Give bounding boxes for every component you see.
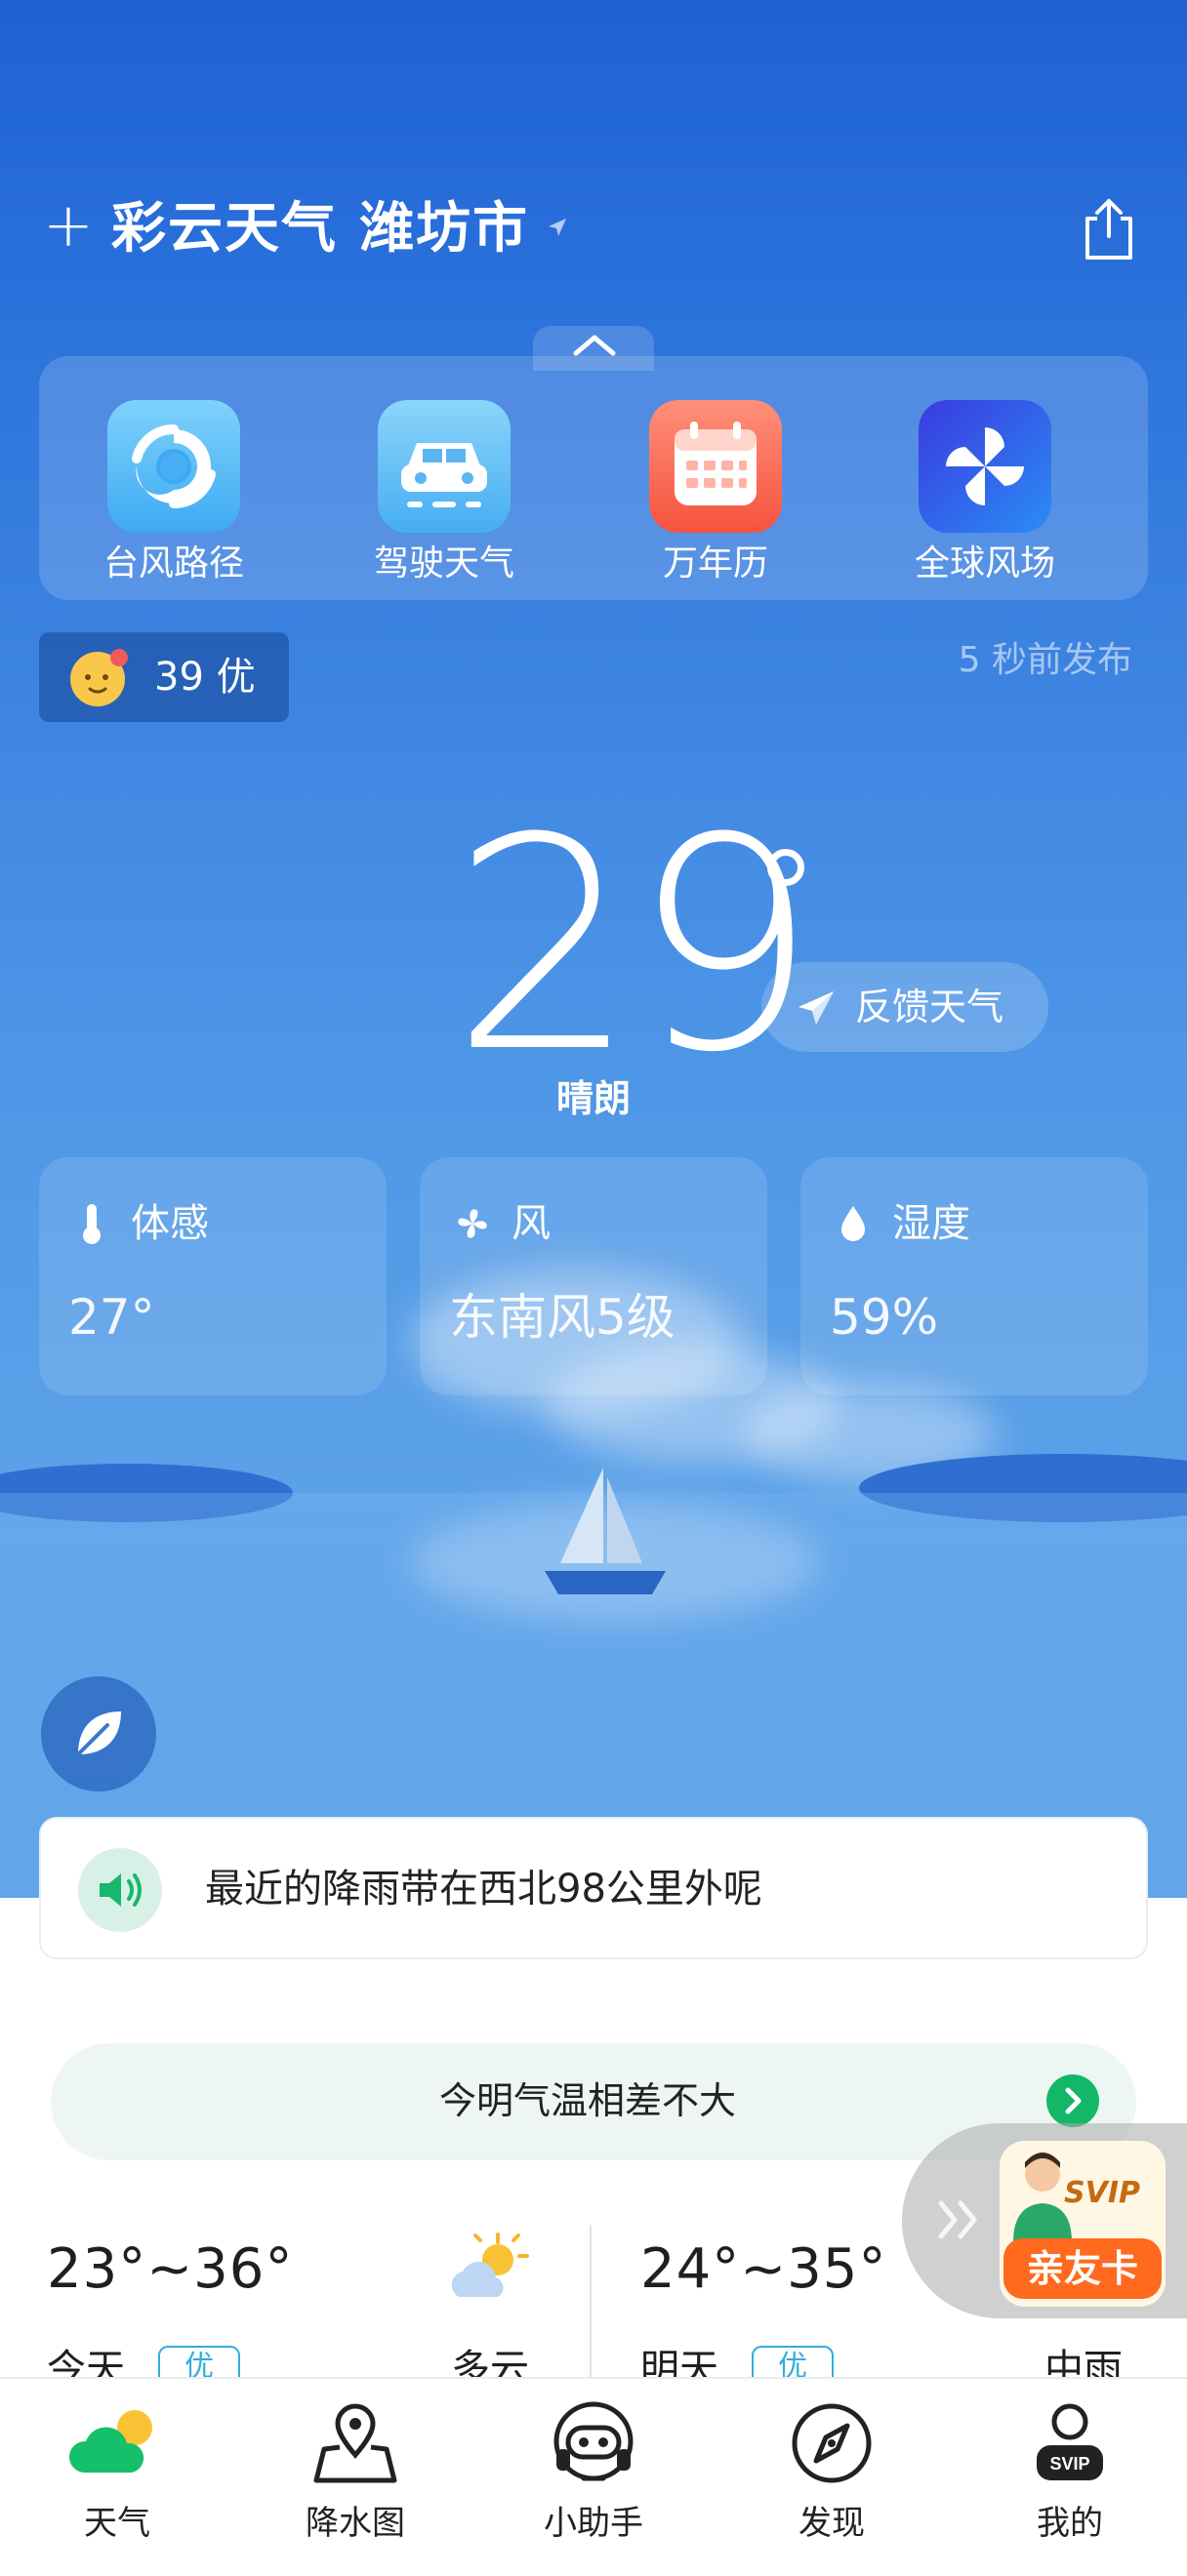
aqi-badge[interactable]: 39 优 [39,632,289,722]
assistant-icon [543,2393,644,2494]
smiley-face-icon [70,649,128,706]
family-card-badge: SVIP 亲友卡 [1000,2141,1166,2307]
rain-notice-banner[interactable]: 最近的降雨带在西北98公里外呢 [39,1817,1148,1959]
chevron-right-icon [1046,2074,1099,2127]
quick-item-label: 驾驶天气 [373,543,514,584]
tab-label: 天气 [84,2504,150,2543]
notice-text: 最近的降雨带在西北98公里外呢 [205,1867,762,1912]
tab-label: 发现 [798,2504,865,2543]
current-temperature: 29 [451,776,818,1116]
tab-discover[interactable]: 发现 [734,2393,929,2547]
compare-text: 今明气温相差不大 [438,2079,736,2122]
tab-profile[interactable]: SVIP 我的 [972,2393,1167,2547]
quick-item-calendar[interactable]: 万年历 [623,400,808,585]
card-title: 风 [512,1201,551,1246]
tab-weather[interactable]: 天气 [20,2393,215,2547]
calendar-icon [649,400,782,533]
chevron-up-icon [573,335,616,356]
quick-item-driving[interactable]: 驾驶天气 [351,400,537,585]
map-pin-icon [305,2393,406,2494]
weather-condition: 晴朗 [555,1077,631,1120]
card-value: 59% [830,1289,939,1346]
publish-time: 5 秒前发布 [958,640,1132,680]
compass-icon [781,2393,882,2494]
speaker-icon [78,1848,162,1932]
quick-item-label: 全球风场 [914,543,1055,584]
forecast-divider [590,2225,592,2381]
quick-item-label: 台风路径 [102,543,244,584]
family-card-label: 亲友卡 [1003,2238,1162,2299]
location-arrow-icon [549,219,566,236]
svg-text:SVIP: SVIP [1049,2454,1089,2474]
tab-assistant[interactable]: 小助手 [496,2393,691,2547]
tomorrow-temp-range: 24°~35° [640,2237,887,2301]
tab-label: 小助手 [544,2504,643,2543]
svip-text: SVIP [1064,2176,1140,2210]
car-icon [378,400,511,533]
tab-label: 我的 [1037,2504,1103,2543]
app-title: 彩云天气 [111,197,338,261]
pinwheel-icon [919,400,1051,533]
droplet-icon [841,1206,865,1241]
leaf-button[interactable] [41,1676,156,1791]
sailboat-illustration [545,1468,666,1594]
aqi-text: 39 优 [154,655,256,700]
typhoon-icon [107,400,240,533]
quick-item-typhoon[interactable]: 台风路径 [81,400,266,585]
paper-plane-icon [798,991,834,1025]
card-title: 体感 [131,1201,209,1246]
partly-cloudy-icon [451,2233,529,2297]
tab-label: 降水图 [306,2504,405,2543]
fan-icon [458,1209,487,1238]
feels-like-card[interactable]: 体感 27° [39,1157,387,1395]
city-name[interactable]: 潍坊市 [359,195,529,263]
degree-symbol [767,849,804,886]
humidity-card[interactable]: 湿度 59% [800,1157,1148,1395]
profile-icon: SVIP [1019,2393,1121,2494]
weather-icon [66,2393,168,2494]
share-icon[interactable] [1080,195,1138,262]
thermometer-icon [83,1204,101,1244]
feedback-label: 反馈天气 [855,986,1004,1028]
today-temp-range: 23°~36° [47,2237,294,2301]
quick-item-label: 万年历 [662,543,768,584]
double-chevron-icon [938,2200,977,2239]
wind-card[interactable]: 风 东南风5级 [420,1157,767,1395]
add-city-button[interactable]: + [43,195,94,256]
quick-item-windfield[interactable]: 全球风场 [892,400,1078,585]
card-value: 27° [68,1289,155,1346]
card-value: 东南风5级 [449,1289,675,1346]
card-title: 湿度 [892,1201,970,1246]
leaf-icon [76,1711,121,1756]
tab-precipitation-map[interactable]: 降水图 [258,2393,453,2547]
feedback-weather-button[interactable]: 反馈天气 [761,962,1048,1052]
svip-promo-tab[interactable]: SVIP 亲友卡 [902,2123,1187,2318]
